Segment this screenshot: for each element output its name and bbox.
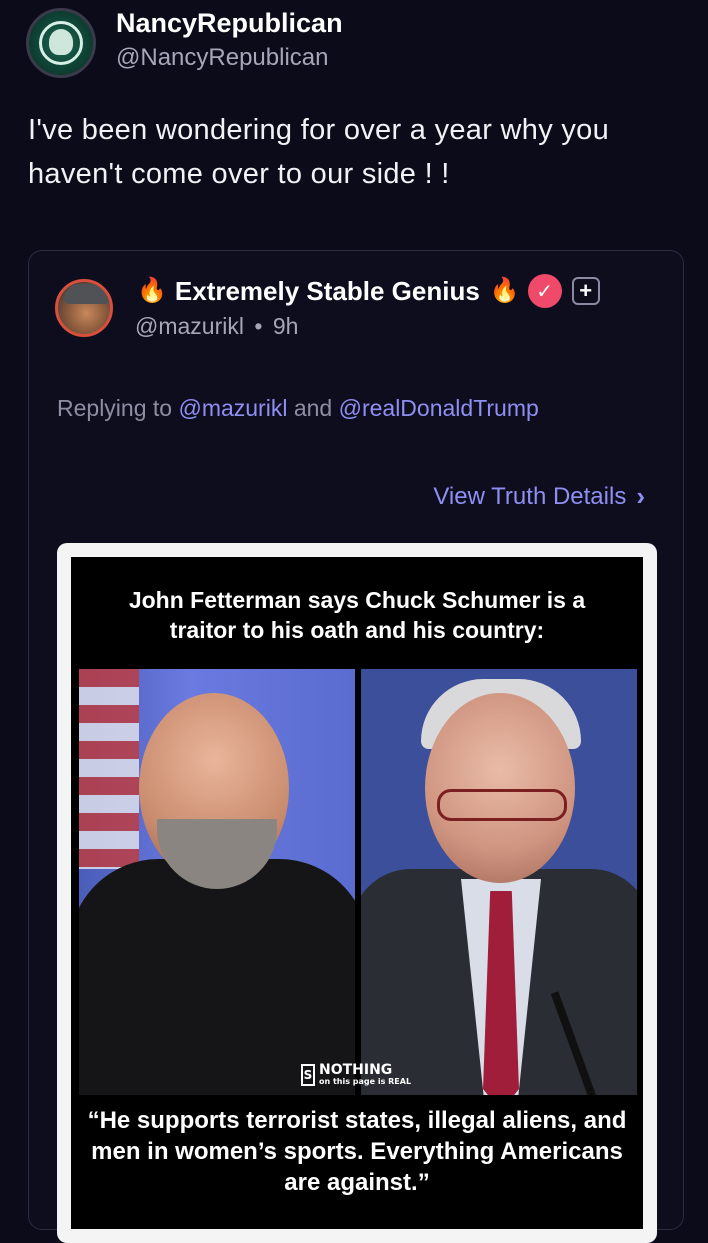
- head-shape: [425, 693, 575, 883]
- glasses-shape: [437, 789, 567, 821]
- reply-mention-link[interactable]: @realDonaldTrump: [339, 395, 539, 421]
- post-header: NancyRepublican @NancyRepublican: [26, 8, 343, 78]
- avatar-cap: [64, 284, 110, 304]
- chevron-right-icon: ›: [636, 481, 645, 511]
- flag-background: [79, 669, 139, 869]
- quoted-handle[interactable]: @mazurikl: [135, 313, 244, 339]
- view-details-label: View Truth Details: [433, 482, 627, 510]
- plus-badge-icon: +: [571, 277, 600, 305]
- replying-prefix: Replying to: [57, 395, 173, 421]
- watermark-sub: on this page is REAL: [319, 1077, 412, 1086]
- meme-image[interactable]: John Fetterman says Chuck Schumer is a t…: [57, 543, 657, 1243]
- verified-badge-icon: ✓: [527, 274, 562, 308]
- watermark-logo: S NOTHING on this page is REAL: [301, 1063, 411, 1086]
- watermark-box-icon: S: [301, 1063, 315, 1086]
- quoted-author-avatar[interactable]: [55, 279, 113, 337]
- hoodie-shape: [79, 859, 355, 1095]
- post-text: I've been wondering for over a year why …: [28, 114, 610, 190]
- watermark-main: NOTHING: [319, 1062, 393, 1078]
- reply-mention-link[interactable]: @mazurikl: [178, 395, 287, 421]
- author-handle[interactable]: @NancyRepublican: [116, 43, 343, 73]
- avatar-logo-figure: [49, 29, 73, 55]
- fetterman-photo: [79, 669, 355, 1095]
- author-avatar[interactable]: [26, 8, 96, 78]
- replying-to-line: Replying to @mazurikl and @realDonaldTru…: [57, 395, 539, 422]
- meta-separator: •: [254, 313, 263, 339]
- meme-title: John Fetterman says Chuck Schumer is a t…: [128, 587, 586, 643]
- fire-emoji-icon: 🔥: [137, 277, 167, 304]
- quoted-meta-row: @mazurikl • 9h: [135, 313, 298, 340]
- quoted-time: 9h: [272, 313, 299, 339]
- replying-and: and: [293, 395, 333, 421]
- view-truth-details-link[interactable]: View Truth Details ›: [433, 481, 645, 512]
- fire-emoji-icon: 🔥: [489, 277, 520, 304]
- watermark-text: NOTHING on this page is REAL: [319, 1063, 411, 1086]
- author-display-name[interactable]: NancyRepublican: [116, 7, 343, 39]
- meme-quote: “He supports terrorist states, illegal a…: [87, 1107, 627, 1196]
- author-names: NancyRepublican @NancyRepublican: [116, 8, 343, 73]
- quoted-truth-card[interactable]: 🔥 Extremely Stable Genius 🔥 ✓ + @mazurik…: [28, 250, 684, 1243]
- schumer-photo: [361, 669, 637, 1095]
- quoted-display-name[interactable]: Extremely Stable Genius: [175, 276, 480, 307]
- meme-canvas: John Fetterman says Chuck Schumer is a t…: [71, 557, 643, 1229]
- quoted-name-row: 🔥 Extremely Stable Genius 🔥 ✓ +: [137, 273, 600, 309]
